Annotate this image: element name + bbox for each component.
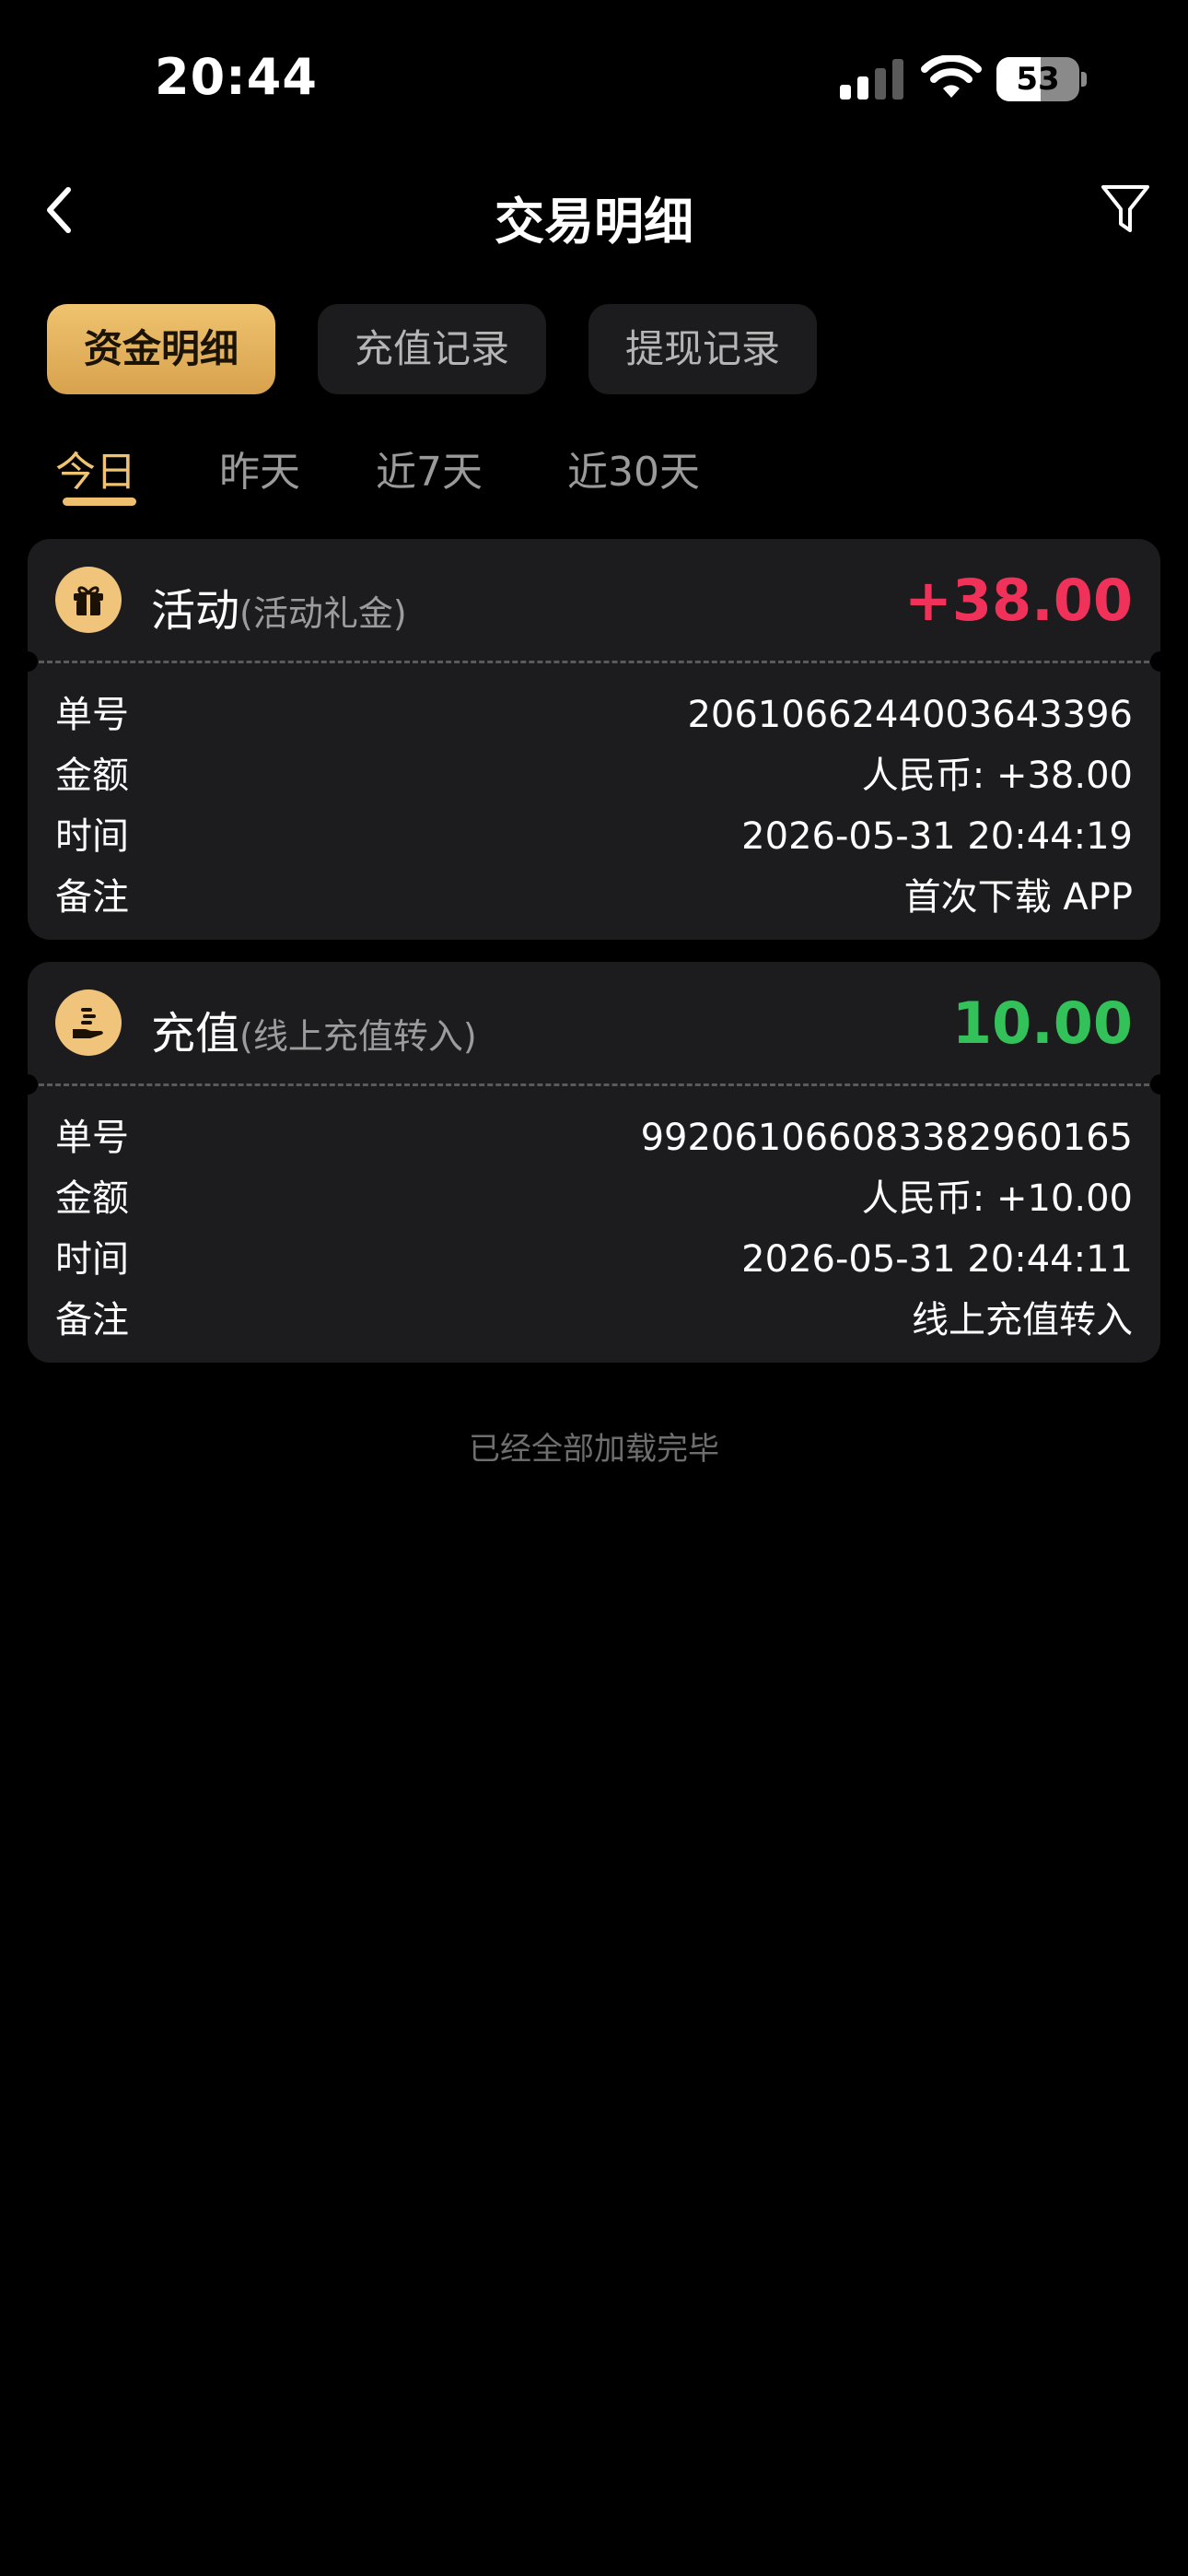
- detail-value: 线上充值转入: [912, 1299, 1133, 1341]
- detail-label: 金额: [55, 755, 129, 797]
- filter-icon[interactable]: [1100, 182, 1151, 236]
- page-title: 交易明细: [495, 193, 693, 251]
- dashed-divider: [39, 661, 1149, 663]
- tab-today[interactable]: 今日: [55, 439, 136, 498]
- detail-label: 时间: [55, 1238, 129, 1281]
- detail-label: 单号: [55, 694, 129, 736]
- list-end-message: 已经全部加载完毕: [469, 1431, 719, 1468]
- transaction-details-page: 20:44 53 交易明细 资金明细 充值记录 提现记录 今日 昨天 近7天 近…: [0, 0, 1188, 2576]
- wifi-icon: [921, 55, 982, 98]
- detail-row-note: 备注 首次下载 APP: [55, 867, 1133, 928]
- detail-row-order-number: 单号 99206106608338296016​5: [55, 1107, 1133, 1168]
- transaction-card[interactable]: 活动(活动礼金) +38.00 单号 2061066244003643396 金…: [17, 539, 1171, 940]
- dashed-divider: [39, 1083, 1149, 1086]
- status-time: 20:44: [155, 48, 318, 106]
- detail-value: 人民币: +10.00: [861, 1177, 1133, 1220]
- battery-body: 53: [996, 57, 1079, 101]
- detail-row-order-number: 单号 2061066244003643396: [55, 685, 1133, 745]
- detail-value: 2026-05-31 20:44:19: [741, 815, 1133, 858]
- battery-tip: [1081, 72, 1087, 87]
- transaction-card-header: 充值(线上充值转入) 10.00: [28, 962, 1160, 1083]
- transaction-subtype: (活动礼金): [239, 593, 407, 634]
- active-tab-indicator: [63, 498, 136, 506]
- transaction-type: 活动: [151, 585, 240, 637]
- detail-row-time: 时间 2026-05-31 20:44:19: [55, 806, 1133, 867]
- detail-value: 2061066244003643396: [687, 694, 1133, 736]
- transaction-title: 充值(线上充值转入): [151, 997, 477, 1061]
- detail-row-amount: 金额 人民币: +38.00: [55, 745, 1133, 806]
- detail-row-note: 备注 线上充值转入: [55, 1290, 1133, 1351]
- transaction-subtype: (线上充值转入): [239, 1016, 477, 1057]
- detail-value: 2026-05-31 20:44:11: [741, 1238, 1133, 1281]
- card-notch: [17, 651, 38, 672]
- cellular-signal-icon: [840, 59, 903, 100]
- card-notch: [17, 1074, 38, 1095]
- detail-label: 备注: [55, 876, 129, 919]
- deposit-hand-icon: [55, 989, 122, 1056]
- detail-row-amount: 金额 人民币: +10.00: [55, 1168, 1133, 1229]
- transaction-type: 充值: [151, 1008, 240, 1060]
- detail-row-time: 时间 2026-05-31 20:44:11: [55, 1229, 1133, 1290]
- detail-label: 时间: [55, 815, 129, 858]
- transaction-card-header: 活动(活动礼金) +38.00: [28, 539, 1160, 661]
- detail-value: 首次下载 APP: [903, 876, 1133, 919]
- detail-label: 备注: [55, 1299, 129, 1341]
- tab-last-30-days[interactable]: 近30天: [567, 439, 700, 498]
- battery-percentage: 53: [1016, 61, 1060, 98]
- detail-label: 单号: [55, 1117, 129, 1159]
- gift-icon: [55, 567, 122, 633]
- detail-value: 99206106608338296016​5: [640, 1117, 1133, 1159]
- transaction-amount: +38.00: [903, 567, 1133, 634]
- tab-withdraw-records[interactable]: 提现记录: [588, 304, 817, 394]
- tab-yesterday[interactable]: 昨天: [219, 439, 300, 498]
- tab-deposit-records[interactable]: 充值记录: [318, 304, 546, 394]
- status-bar: 20:44 53: [0, 0, 1188, 138]
- detail-label: 金额: [55, 1177, 129, 1220]
- transaction-detail-list: 单号 2061066244003643396 金额 人民币: +38.00 时间…: [55, 685, 1133, 928]
- transaction-amount: 10.00: [951, 989, 1133, 1057]
- tab-last-7-days[interactable]: 近7天: [376, 439, 483, 498]
- transaction-title: 活动(活动礼金): [151, 574, 407, 638]
- card-notch: [1150, 1074, 1171, 1095]
- tab-fund-details[interactable]: 资金明细: [47, 304, 275, 394]
- transaction-detail-list: 单号 99206106608338296016​5 金额 人民币: +10.00…: [55, 1107, 1133, 1351]
- detail-value: 人民币: +38.00: [861, 755, 1133, 797]
- transaction-card[interactable]: 充值(线上充值转入) 10.00 单号 99206106608338296016…: [17, 962, 1171, 1363]
- battery-indicator: 53: [996, 57, 1087, 101]
- card-notch: [1150, 651, 1171, 672]
